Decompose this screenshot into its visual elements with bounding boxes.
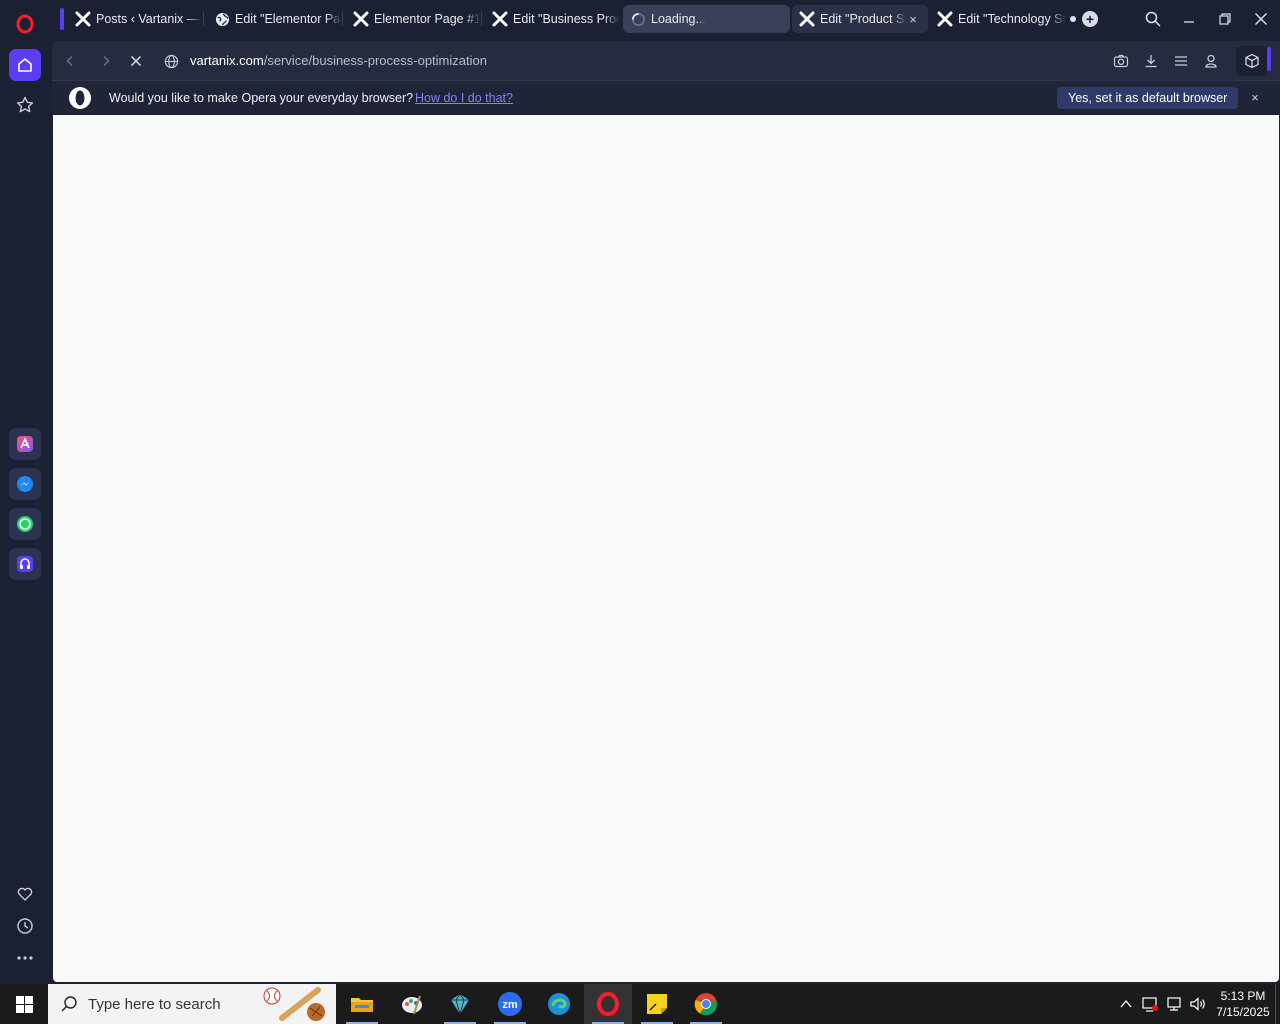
tab-title: Edit "Elementor Page [235, 12, 342, 26]
tab-island-indicator [60, 8, 64, 30]
extensions-indicator [1267, 47, 1271, 71]
aria-ai-icon[interactable] [9, 428, 41, 460]
tray-overflow-chevron-icon[interactable] [1117, 995, 1135, 1013]
whatsapp-icon[interactable] [9, 508, 41, 540]
heart-icon[interactable] [9, 878, 41, 910]
chrome-browser-icon[interactable] [682, 984, 730, 1024]
easy-setup-menu-icon[interactable] [1171, 51, 1191, 71]
file-explorer-icon[interactable] [338, 984, 386, 1024]
tab-title: Loading... [651, 12, 706, 26]
tab-title: Edit "Product Str [820, 12, 906, 26]
show-desktop-button[interactable] [1275, 984, 1276, 1024]
address-toolbar: vartanix.com/service/business-process-op… [52, 41, 1280, 80]
elementor-x-icon [936, 10, 954, 28]
sticky-notes-icon[interactable] [633, 984, 681, 1024]
url-host: vartanix.com [190, 53, 264, 68]
zoom-app-icon[interactable]: zm [486, 984, 534, 1024]
elementor-x-icon [74, 10, 92, 28]
globe-icon [213, 10, 231, 28]
how-to-link[interactable]: How do I do that? [415, 91, 513, 105]
svg-text:zm: zm [502, 999, 518, 1011]
elementor-x-icon [798, 10, 816, 28]
infobar-message: Would you like to make Opera your everyd… [109, 91, 414, 105]
tab-title: Edit "Business Process [513, 12, 620, 26]
url-path: /service/business-process-optimization [263, 53, 487, 68]
tab-strip: Posts ‹ Vartanix — W Edit "Elementor Pag… [52, 0, 1280, 40]
search-icon [60, 995, 78, 1018]
tab-active[interactable]: Edit "Product Str × [792, 5, 928, 33]
infobar-close-icon[interactable]: × [1247, 89, 1263, 105]
tab-title: Edit "Technology Stra [958, 12, 1066, 26]
gem-app-icon[interactable] [436, 984, 484, 1024]
new-tab-plus-icon[interactable]: + [1082, 11, 1098, 27]
page-content-blank [53, 115, 1279, 982]
tab-separator [342, 12, 343, 26]
set-default-browser-button[interactable]: Yes, set it as default browser [1057, 87, 1239, 109]
site-info-globe-icon[interactable] [161, 51, 181, 71]
tab[interactable]: Edit "Technology Stra [930, 5, 1066, 33]
tab-separator [481, 12, 482, 26]
download-icon[interactable] [1141, 51, 1161, 71]
messenger-icon[interactable] [9, 468, 41, 500]
opera-menu-icon[interactable] [9, 8, 41, 40]
spinner-icon [629, 10, 647, 28]
stop-loading-icon[interactable] [126, 51, 146, 71]
taskbar-clock[interactable]: 5:13 PM 7/15/2025 [1212, 988, 1274, 1020]
back-arrow-icon[interactable] [60, 51, 80, 71]
tab-indicator-dot [1070, 16, 1076, 22]
home-icon[interactable] [9, 49, 41, 81]
search-tabs-icon[interactable] [1143, 9, 1163, 29]
volume-speaker-icon[interactable] [1189, 995, 1207, 1013]
extensions-cube-icon[interactable] [1236, 46, 1268, 76]
forward-arrow-icon[interactable] [96, 51, 116, 71]
close-window-icon[interactable] [1251, 9, 1271, 29]
bookmarks-star-icon[interactable] [9, 89, 41, 121]
baseball-highlight-icon [260, 986, 334, 1024]
clock-date: 7/15/2025 [1216, 1005, 1270, 1019]
sidebar [0, 0, 50, 982]
restore-icon[interactable] [1215, 9, 1235, 29]
minimize-icon[interactable] [1179, 9, 1199, 29]
edge-browser-icon[interactable] [535, 984, 583, 1024]
opera-browser-icon[interactable] [584, 984, 632, 1024]
tab-close-icon[interactable]: × [904, 10, 922, 28]
elementor-x-icon [491, 10, 509, 28]
tab[interactable]: Posts ‹ Vartanix — W [68, 5, 203, 33]
paint-app-icon[interactable] [388, 984, 436, 1024]
url-field[interactable]: vartanix.com/service/business-process-op… [190, 53, 487, 68]
music-player-icon[interactable] [9, 548, 41, 580]
tab-separator [203, 12, 204, 26]
default-browser-infobar: Would you like to make Opera your everyd… [52, 80, 1280, 114]
elementor-x-icon [352, 10, 370, 28]
tab-title: Posts ‹ Vartanix — W [96, 12, 203, 26]
security-alert-icon[interactable] [1141, 995, 1159, 1013]
more-dots-icon[interactable] [9, 942, 41, 974]
camera-snapshot-icon[interactable] [1111, 51, 1131, 71]
tab[interactable]: Elementor Page #100 [346, 5, 481, 33]
opera-logo-icon [68, 86, 92, 115]
tab[interactable]: Edit "Business Process [485, 5, 620, 33]
tab-title: Elementor Page #100 [374, 12, 481, 26]
windows-taskbar: Type here to search zm 5:13 PM 7/15/2025 [0, 984, 1280, 1024]
clock-time: 5:13 PM [1220, 989, 1266, 1003]
network-icon[interactable] [1165, 995, 1183, 1013]
account-profile-icon[interactable] [1201, 51, 1221, 71]
search-placeholder: Type here to search [88, 996, 221, 1013]
taskbar-search-box[interactable]: Type here to search [48, 984, 336, 1024]
tab-loading[interactable]: Loading... [623, 5, 790, 33]
history-clock-icon[interactable] [9, 910, 41, 942]
windows-start-icon[interactable] [0, 984, 48, 1024]
tab[interactable]: Edit "Elementor Page [207, 5, 342, 33]
